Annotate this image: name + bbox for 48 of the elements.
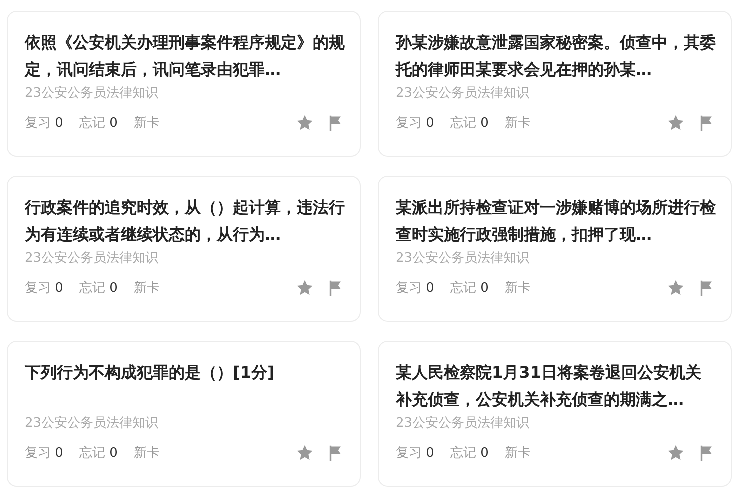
- card-status: 新卡: [134, 280, 160, 297]
- review-count: 复习 0: [396, 445, 434, 462]
- review-count: 复习 0: [25, 115, 64, 132]
- question-text: 下列行为不构成犯罪的是（）[1分]: [25, 362, 276, 384]
- flag-icon[interactable]: [328, 280, 342, 296]
- question-card[interactable]: 行政案件的追究时效，从（）起计算，违法行为有连续或者继续状态的，从行为… 23公安公务员法律知识 复习 0 忘记 0 新卡: [7, 176, 361, 322]
- question-text: 行政案件的追究时效，从（）起计算，违法行为有连续或者继续状态的，从行为…: [25, 197, 345, 246]
- deck-name: 23公安公务员法律知识: [396, 415, 531, 433]
- forget-count: 忘记 0: [79, 280, 118, 297]
- question-text: 孙某涉嫌故意泄露国家秘密案。侦查中，其委托的律师田某要求会见在押的孙某…: [396, 32, 716, 81]
- flag-icon[interactable]: [328, 444, 342, 462]
- question-card[interactable]: 下列行为不构成犯罪的是（）[1分] 23公安公务员法律知识 复习 0 忘记 0 新卡: [7, 341, 361, 487]
- star-icon[interactable]: [667, 279, 685, 297]
- flag-icon[interactable]: [699, 280, 713, 296]
- deck-name: 23公安公务员法律知识: [25, 250, 160, 268]
- question-card[interactable]: 某派出所持检查证对一涉嫌赌博的场所进行检查时实施行政强制措施，扣押了现… 23公安公务员法律知识 复习 0 忘记 0 新卡: [378, 176, 732, 322]
- deck-name: 23公安公务员法律知识: [396, 250, 531, 268]
- forget-count: 忘记 0: [79, 115, 118, 132]
- flag-icon[interactable]: [699, 114, 713, 132]
- card-status: 新卡: [504, 115, 531, 132]
- question-card[interactable]: 依照《公安机关办理刑事案件程序规定》的规定，讯问结束后，讯问笔录由犯罪… 23公安公务员法律知识 复习 0 忘记 0 新卡: [7, 11, 361, 157]
- deck-name: 23公安公务员法律知识: [25, 415, 160, 433]
- card-status: 新卡: [134, 445, 160, 462]
- question-card[interactable]: 孙某涉嫌故意泄露国家秘密案。侦查中，其委托的律师田某要求会见在押的孙某… 23公安公务员法律知识 复习 0 忘记 0 新卡: [378, 11, 732, 157]
- review-count: 复习 0: [396, 115, 434, 132]
- flag-icon[interactable]: [699, 444, 713, 462]
- review-count: 复习 0: [25, 445, 64, 462]
- review-count: 复习 0: [25, 280, 64, 297]
- star-icon[interactable]: [296, 279, 314, 297]
- question-text: 某人民检察院1月31日将案卷退回公安机关补充侦查，公安机关补充侦查的期满之…: [396, 362, 702, 411]
- question-text: 某派出所持检查证对一涉嫌赌博的场所进行检查时实施行政强制措施，扣押了现…: [396, 197, 716, 246]
- card-status: 新卡: [504, 445, 531, 462]
- review-count: 复习 0: [396, 280, 434, 297]
- forget-count: 忘记 0: [450, 280, 489, 297]
- question-text: 依照《公安机关办理刑事案件程序规定》的规定，讯问结束后，讯问笔录由犯罪…: [25, 32, 345, 81]
- star-icon[interactable]: [667, 114, 685, 132]
- forget-count: 忘记 0: [450, 115, 489, 132]
- forget-count: 忘记 0: [79, 445, 118, 462]
- question-card[interactable]: 某人民检察院1月31日将案卷退回公安机关补充侦查，公安机关补充侦查的期满之… 23公安公务员法律知识 复习 0 忘记 0 新卡: [378, 341, 732, 487]
- flag-icon[interactable]: [328, 114, 342, 132]
- card-status: 新卡: [504, 280, 531, 297]
- star-icon[interactable]: [296, 444, 314, 462]
- deck-name: 23公安公务员法律知识: [25, 85, 160, 103]
- star-icon[interactable]: [296, 114, 314, 132]
- star-icon[interactable]: [667, 444, 685, 462]
- card-status: 新卡: [134, 115, 160, 132]
- forget-count: 忘记 0: [450, 445, 489, 462]
- deck-name: 23公安公务员法律知识: [396, 85, 531, 103]
